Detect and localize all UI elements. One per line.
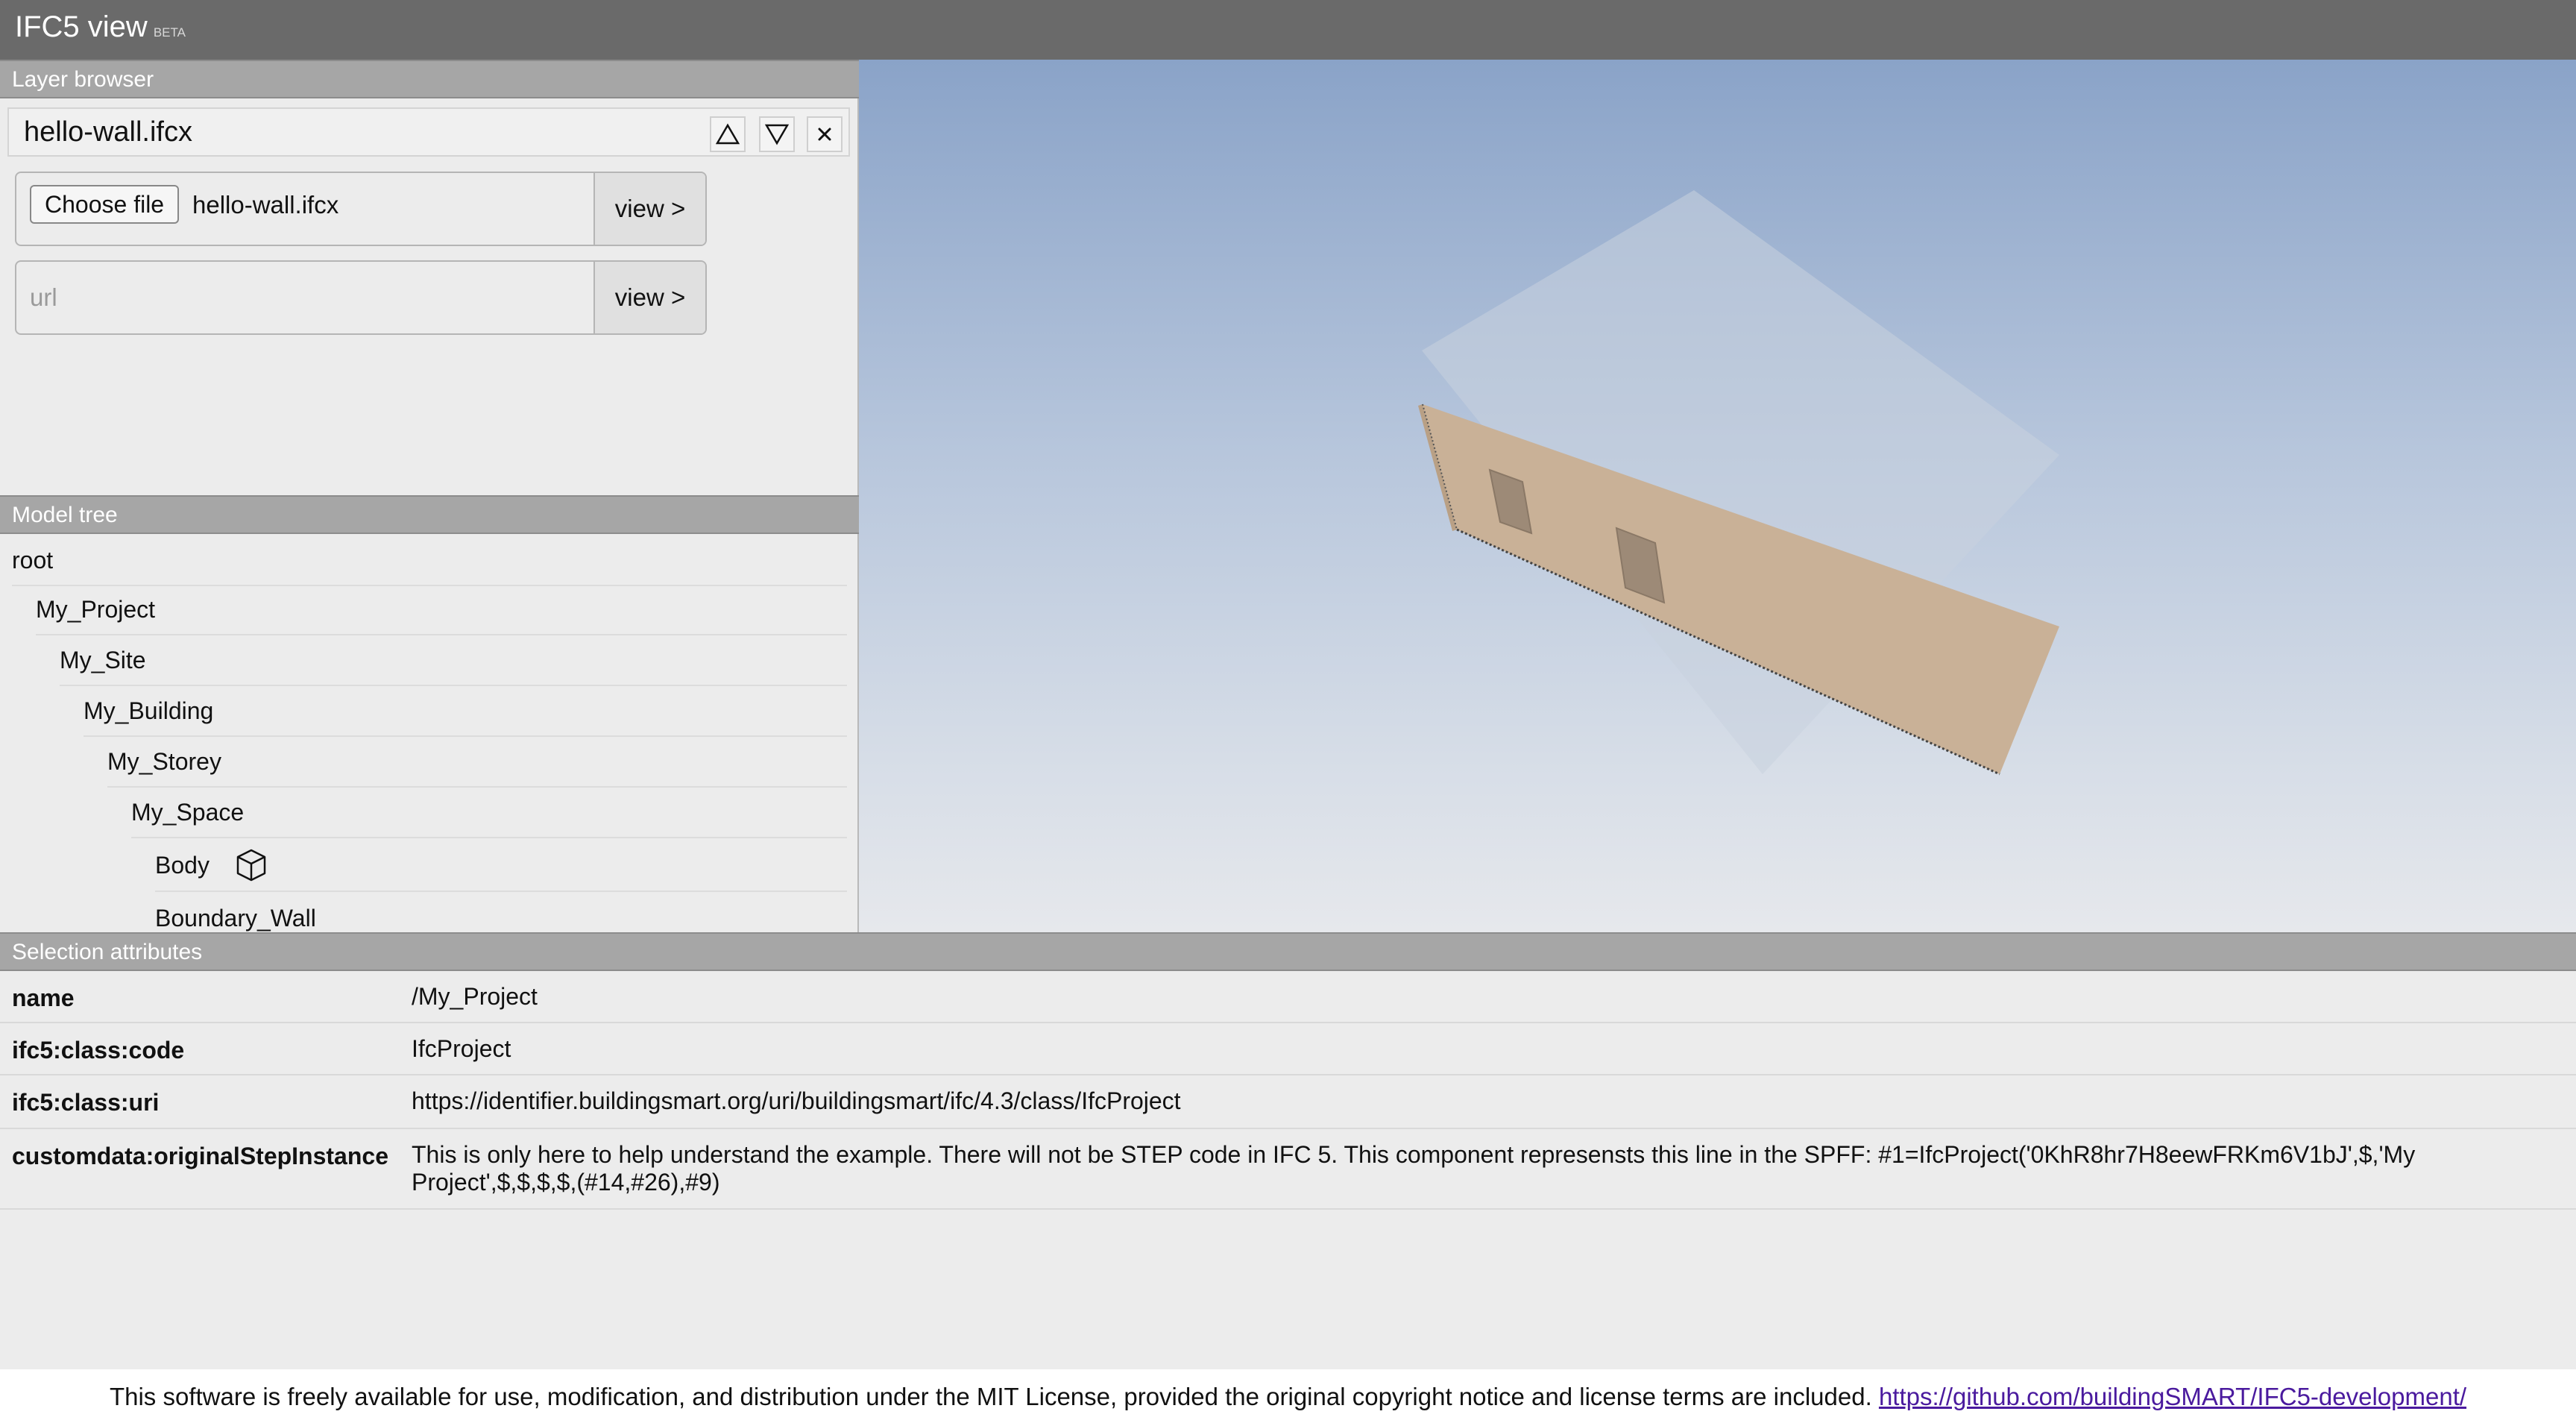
close-icon [818,128,831,141]
tree-item-boundary-wall[interactable]: Boundary_Wall [155,892,847,932]
triangle-up-icon [716,123,740,145]
attributes-table: name /My_Project ifc5:class:code IfcProj… [0,971,2576,1210]
view-file-button[interactable]: view > [593,173,705,245]
tree-item-my-storey[interactable]: My_Storey [107,737,847,788]
layer-item[interactable]: hello-wall.ifcx [7,107,850,157]
3d-viewport[interactable] [859,60,2576,932]
tree-item-label: My_Space [131,798,245,826]
wall-model [1418,190,2059,776]
footer: This software is freely available for us… [0,1369,2576,1426]
attribute-value: IfcProject [412,1035,511,1062]
tree-item-my-site[interactable]: My_Site [60,635,847,686]
github-link[interactable]: https://github.com/buildingSMART/IFC5-de… [1879,1383,2466,1410]
license-text: This software is freely available for us… [109,1383,1872,1410]
tree-item-label: My_Site [60,646,146,673]
model-tree-header: Model tree [0,495,859,534]
attribute-row: name /My_Project [0,971,2576,1023]
title-bar: IFC5 view BETA [0,0,2576,60]
file-input-row: Choose file hello-wall.ifcx view > [15,172,707,246]
tree-item-body[interactable]: Body [155,840,847,892]
tree-item-my-building[interactable]: My_Building [84,686,847,737]
license-notice: This software is freely available for us… [0,1383,2576,1411]
selected-file-name: hello-wall.ifcx [192,191,339,219]
attribute-key: ifc5:class:code [12,1037,185,1064]
tree-item-label: Body [155,851,210,879]
tree-item-root[interactable]: root [12,535,847,586]
attribute-row: ifc5:class:code IfcProject [0,1023,2576,1075]
cube-icon[interactable] [235,848,268,882]
attribute-value: /My_Project [412,983,538,1010]
tree-item-my-project[interactable]: My_Project [36,585,847,635]
tree-item-label: root [12,546,54,574]
app-title-text: IFC5 view [15,10,148,43]
url-input[interactable] [16,262,593,333]
layer-name: hello-wall.ifcx [24,116,192,148]
app-title: IFC5 view BETA [15,10,186,44]
url-input-row: view > [15,260,707,335]
tree-item-label: My_Building [84,697,214,724]
attribute-key: customdata:originalStepInstance [12,1143,388,1169]
tree-item-label: My_Storey [107,747,221,775]
attribute-value: This is only here to help understand the… [412,1141,2416,1196]
tree-item-label: My_Project [36,595,156,623]
view-url-button[interactable]: view > [593,262,705,333]
tree-item-label: Boundary_Wall [155,905,316,932]
attribute-value: https://identifier.buildingsmart.org/uri… [412,1087,1181,1114]
attribute-key: ifc5:class:uri [12,1089,160,1116]
attribute-key: name [12,984,75,1011]
remove-layer-button[interactable] [807,116,843,152]
move-layer-up-button[interactable] [710,116,746,152]
attribute-row: customdata:originalStepInstance This is … [0,1129,2576,1210]
choose-file-button[interactable]: Choose file [30,185,180,224]
tree-item-my-space[interactable]: My_Space [131,788,847,838]
beta-badge: BETA [153,25,186,40]
selection-attributes-header: Selection attributes [0,932,2576,971]
triangle-down-icon [765,124,789,145]
attribute-row: ifc5:class:uri https://identifier.buildi… [0,1075,2576,1129]
layer-browser-header: Layer browser [0,60,859,98]
move-layer-down-button[interactable] [759,116,795,152]
